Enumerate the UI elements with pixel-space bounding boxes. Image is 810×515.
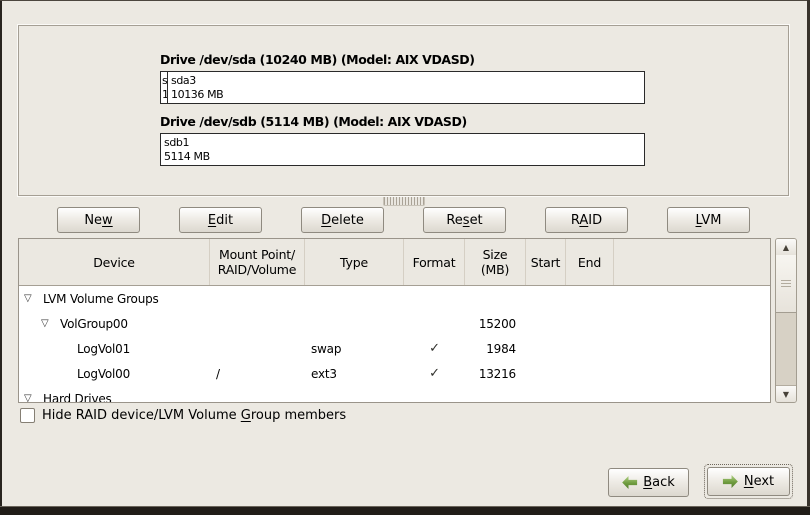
column-header-device[interactable]: Device [19,239,210,285]
column-header-type[interactable]: Type [305,239,404,285]
table-header-row: Device Mount Point/RAID/Volume Type Form… [19,239,770,286]
hide-members-checkbox[interactable] [20,408,35,423]
cell-size: 15200 [465,317,526,331]
header-label: (MB) [481,262,509,277]
column-header-start[interactable]: Start [526,239,566,285]
header-label: Start [531,255,561,270]
label-part: Re [446,213,462,228]
label-part: ack [652,475,675,490]
lvm-button[interactable]: LVM [667,207,750,233]
table-row-logvol01[interactable]: LogVol01 swap ✓ 1984 [19,336,770,361]
delete-button[interactable]: Delete [301,207,384,233]
back-arrow-icon [622,476,637,489]
header-label: Size [483,247,508,262]
cell-type: swap [305,342,404,356]
partition-sda3[interactable]: sda3 10136 MB [168,72,644,103]
drive-sda-title: Drive /dev/sda (10240 MB) (Model: AIX VD… [160,52,475,67]
mnemonic: B [643,475,652,490]
column-header-format[interactable]: Format [404,239,465,285]
column-header-end[interactable]: End [566,239,614,285]
header-label: Mount Point/ [219,247,295,262]
mnemonic: D [321,213,331,228]
table-row-hard-drives[interactable]: ▽Hard Drives [19,386,770,403]
new-button[interactable]: New [57,207,140,233]
cell-type: ext3 [305,367,404,381]
mnemonic: E [208,213,216,228]
expander-icon[interactable]: ▽ [24,393,43,403]
raid-button[interactable]: RAID [545,207,628,233]
label-part: Hide RAID device/LVM Volume [42,408,241,423]
mnemonic: G [241,408,251,423]
window-border-top [0,0,810,1]
drive-sdb-title: Drive /dev/sdb (5114 MB) (Model: AIX VDA… [160,114,467,129]
label-part: ext [754,474,775,489]
column-header-blank [614,239,770,285]
label-part: VM [701,213,721,228]
edit-button[interactable]: Edit [179,207,262,233]
table-row-lvm-volume-groups[interactable]: ▽LVM Volume Groups [19,286,770,311]
cell-size: 1984 [465,342,526,356]
label-part: Ne [84,213,102,228]
partition-size: 5114 MB [164,150,210,163]
device-label: LogVol00 [77,367,130,381]
format-checkmark-icon: ✓ [404,366,465,381]
mnemonic: N [744,474,754,489]
partition-sda-sliver[interactable]: s 1 [161,72,168,103]
mnemonic: w [102,213,113,228]
expander-icon[interactable]: ▽ [24,293,43,304]
label-part: dit [216,213,233,228]
table-vertical-scrollbar[interactable]: ▲ ▼ [775,238,797,403]
partition-label: sdb1 [164,136,189,149]
back-button[interactable]: Back [608,468,689,497]
partition-table: Device Mount Point/RAID/Volume Type Form… [18,238,771,403]
drive-visualization-panel: Drive /dev/sda (10240 MB) (Model: AIX VD… [18,25,789,196]
label-part: roup members [251,408,346,423]
format-checkmark-icon: ✓ [404,341,465,356]
table-row-volgroup00[interactable]: ▽VolGroup00 15200 [19,311,770,336]
pane-splitter-grip[interactable] [383,197,425,206]
device-label: VolGroup00 [60,317,128,331]
hide-members-label[interactable]: Hide RAID device/LVM Volume Group member… [42,408,346,423]
next-button-focus-ring: Next [704,464,793,499]
window-border-bottom [0,506,810,515]
cell-mount-point: / [210,367,305,381]
header-label: End [578,255,601,270]
device-label: LogVol01 [77,342,130,356]
reset-button[interactable]: Reset [423,207,506,233]
hide-members-option: Hide RAID device/LVM Volume Group member… [20,408,346,423]
header-label: Type [340,255,368,270]
partition-label: sda3 [171,74,196,87]
column-header-mount-point[interactable]: Mount Point/RAID/Volume [210,239,305,285]
column-header-size[interactable]: Size(MB) [465,239,526,285]
mnemonic: A [579,213,588,228]
partition-sdb1[interactable]: sdb1 5114 MB [161,134,644,165]
window-border-left [0,0,2,515]
next-arrow-icon [723,475,738,488]
cell-size: 13216 [465,367,526,381]
drive-sda-bar: s 1 sda3 10136 MB [160,71,645,104]
device-label: Hard Drives [43,392,112,404]
label-part: ID [588,213,602,228]
scroll-down-arrow-icon[interactable]: ▼ [776,385,796,402]
scrollbar-thumb[interactable] [776,255,796,313]
device-label: LVM Volume Groups [43,292,159,306]
drive-sdb-bar: sdb1 5114 MB [160,133,645,166]
partition-size: 10136 MB [171,88,223,101]
label-part: elete [331,213,364,228]
label-part: et [470,213,483,228]
header-label: Device [93,255,135,270]
scroll-up-arrow-icon[interactable]: ▲ [776,239,796,256]
expander-icon[interactable]: ▽ [41,318,60,329]
table-row-logvol00[interactable]: LogVol00 / ext3 ✓ 13216 [19,361,770,386]
header-label: Format [413,255,456,270]
partition-label: s [162,74,167,87]
header-label: RAID/Volume [218,262,297,277]
next-button[interactable]: Next [707,467,790,496]
mnemonic: s [463,213,470,228]
